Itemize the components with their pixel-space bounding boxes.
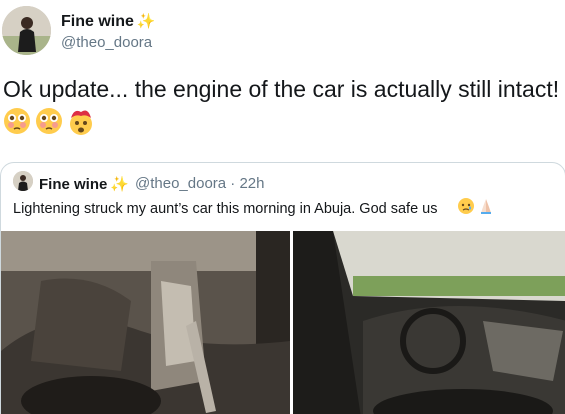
tweet-header: Fine wine ✨ @theo_doora: [0, 0, 565, 66]
sad-face-icon: [458, 198, 474, 214]
praying-hands-icon: [481, 199, 491, 214]
author-name[interactable]: Fine wine ✨: [61, 12, 156, 31]
tweet-text: Ok update... the engine of the car is ac…: [3, 76, 560, 102]
quoted-tweet[interactable]: Fine wine ✨ @theo_doora · 22h Lightening …: [0, 162, 565, 414]
author-handle[interactable]: @theo_doora: [61, 34, 152, 51]
tweet-image-2[interactable]: [293, 231, 565, 414]
flushed-face-icon: [36, 108, 62, 134]
quote-emoji-row: [457, 197, 495, 215]
quote-author-handle: @theo_doora · 22h: [135, 175, 265, 192]
sparkles-icon: ✨: [110, 176, 130, 193]
quote-author-name: Fine wine ✨: [39, 176, 130, 193]
tweet-image-1[interactable]: [1, 231, 290, 414]
quote-text: Lightening struck my aunt’s car this mor…: [13, 201, 438, 217]
flushed-face-icon: [4, 108, 30, 134]
quote-avatar: [13, 171, 33, 191]
sparkles-icon: ✨: [136, 13, 156, 30]
exploding-head-icon: [70, 110, 92, 135]
avatar[interactable]: [2, 6, 51, 55]
emoji-row: [2, 106, 96, 136]
